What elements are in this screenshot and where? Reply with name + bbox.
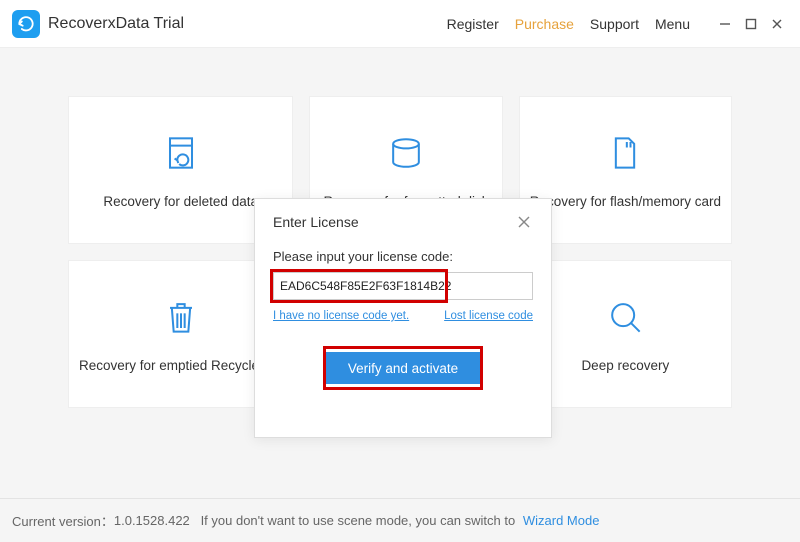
trash-icon: [159, 295, 203, 344]
footer-hint: If you don't want to use scene mode, you…: [201, 513, 516, 528]
close-button[interactable]: [764, 11, 790, 37]
license-input[interactable]: [273, 272, 533, 300]
support-link[interactable]: Support: [590, 16, 639, 32]
version-number: 1.0.1528.422: [114, 513, 190, 528]
file-restore-icon: [159, 131, 203, 180]
purchase-link[interactable]: Purchase: [515, 16, 574, 32]
no-license-link[interactable]: I have no license code yet.: [273, 310, 409, 322]
register-link[interactable]: Register: [447, 16, 499, 32]
modal-prompt: Please input your license code:: [273, 249, 533, 264]
card-label: Recovery for deleted data: [103, 194, 258, 209]
lost-license-link[interactable]: Lost license code: [444, 310, 533, 322]
modal-title: Enter License: [273, 214, 359, 230]
modal-close-button[interactable]: [515, 213, 533, 231]
card-label: Recovery for emptied Recycle Bin: [79, 358, 282, 373]
card-label: Recovery for flash/memory card: [530, 194, 721, 209]
license-modal: Enter License Please input your license …: [254, 198, 552, 438]
menu-link[interactable]: Menu: [655, 16, 690, 32]
footer: Current version： 1.0.1528.422 If you don…: [0, 498, 800, 542]
titlebar: RecoverxData Trial Register Purchase Sup…: [0, 0, 800, 48]
magnifier-icon: [603, 295, 647, 344]
wizard-mode-link[interactable]: Wizard Mode: [523, 513, 600, 528]
card-label: Deep recovery: [581, 358, 669, 373]
version-label: Current version：: [12, 511, 114, 530]
content-area: Recovery for deleted data Recovery for f…: [0, 48, 800, 498]
app-logo-icon: [12, 10, 40, 38]
minimize-button[interactable]: [712, 11, 738, 37]
maximize-button[interactable]: [738, 11, 764, 37]
app-title: RecoverxData Trial: [48, 15, 184, 33]
disk-icon: [384, 131, 428, 180]
sd-card-icon: [603, 131, 647, 180]
verify-activate-button[interactable]: Verify and activate: [326, 352, 480, 384]
